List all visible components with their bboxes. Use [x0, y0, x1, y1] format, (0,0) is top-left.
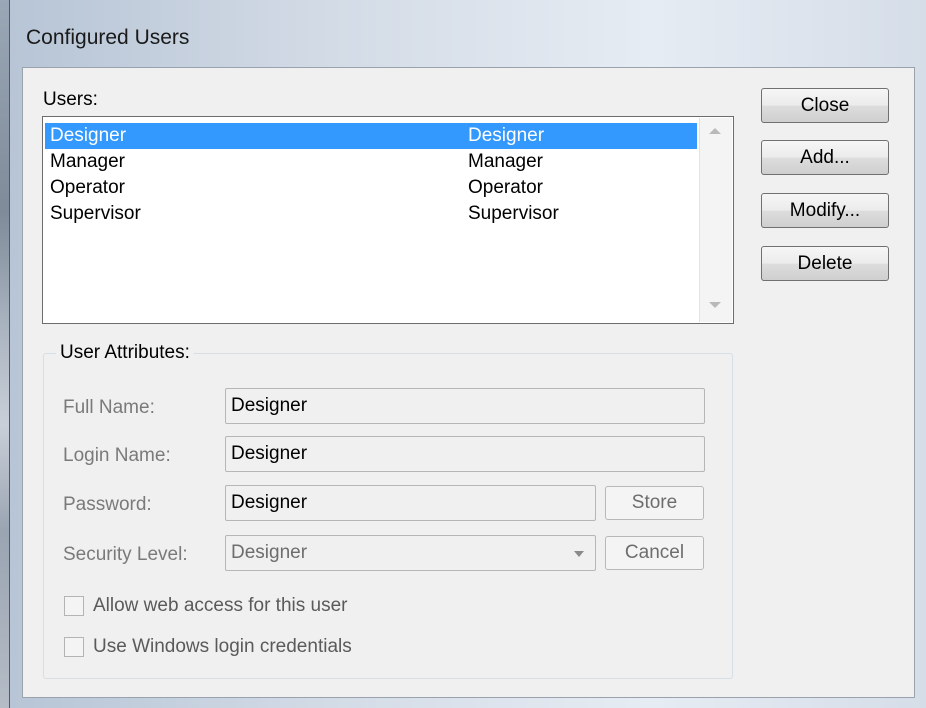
user-name: Manager: [50, 151, 125, 172]
user-name: Operator: [50, 177, 125, 198]
login-name-field[interactable]: Designer: [225, 436, 705, 472]
close-button[interactable]: Close: [761, 88, 889, 123]
login-name-label: Login Name:: [63, 445, 171, 466]
delete-button[interactable]: Delete: [761, 246, 889, 281]
use-windows-credentials-checkbox[interactable]: [64, 637, 84, 657]
password-field[interactable]: Designer: [225, 485, 596, 521]
add-button[interactable]: Add...: [761, 140, 889, 175]
full-name-label: Full Name:: [63, 397, 155, 418]
users-label: Users:: [43, 89, 98, 110]
full-name-field[interactable]: Designer: [225, 388, 705, 424]
user-level: Designer: [468, 125, 545, 146]
security-level-value: Designer: [231, 542, 308, 563]
user-level: Supervisor: [468, 203, 559, 224]
dropdown-arrow-icon: [574, 551, 584, 557]
security-level-select[interactable]: Designer: [225, 535, 596, 571]
users-list[interactable]: Designer Designer Manager Manager Operat…: [42, 116, 734, 324]
user-level: Manager: [468, 151, 543, 172]
chevron-up-icon[interactable]: [709, 128, 721, 134]
user-name: Designer: [50, 125, 127, 146]
store-button[interactable]: Store: [605, 486, 704, 520]
list-item[interactable]: Manager Manager: [45, 149, 697, 175]
allow-web-access-checkbox[interactable]: [64, 596, 84, 616]
chevron-down-icon[interactable]: [709, 302, 721, 308]
password-label: Password:: [63, 494, 152, 515]
modify-button[interactable]: Modify...: [761, 193, 889, 228]
user-level: Operator: [468, 177, 543, 198]
allow-web-access-label: Allow web access for this user: [93, 595, 348, 616]
use-windows-credentials-label: Use Windows login credentials: [93, 636, 352, 657]
list-item[interactable]: Supervisor Supervisor: [45, 201, 697, 227]
security-level-label: Security Level:: [63, 544, 188, 565]
cancel-button[interactable]: Cancel: [605, 536, 704, 570]
user-name: Supervisor: [50, 203, 141, 224]
list-item[interactable]: Operator Operator: [45, 175, 697, 201]
list-item[interactable]: Designer Designer: [45, 123, 697, 149]
user-attributes-title: User Attributes:: [56, 342, 194, 364]
background-window-edge: [0, 0, 9, 708]
dialog-title: Configured Users: [26, 26, 190, 49]
list-scrollbar[interactable]: [699, 118, 732, 322]
